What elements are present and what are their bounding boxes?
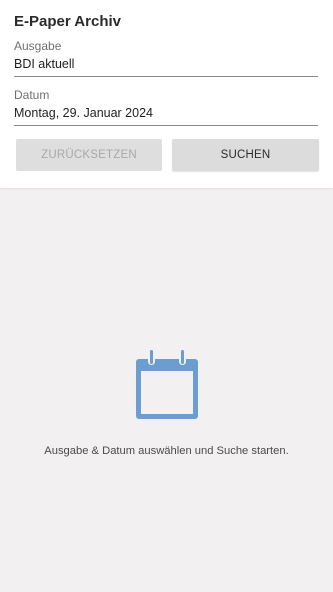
empty-state-message: Ausgabe & Datum auswählen und Suche star… [44,445,289,457]
reset-button[interactable]: ZURÜCKSETZEN [16,139,162,171]
page-title: E-Paper Archiv [14,13,121,30]
search-form-panel: E-Paper Archiv Ausgabe BDI aktuell Datum… [0,0,333,188]
date-picker-field[interactable]: Montag, 29. Januar 2024 [14,106,318,126]
edition-select[interactable]: BDI aktuell [14,57,318,77]
date-field-label: Datum [14,88,50,102]
calendar-icon [133,345,201,425]
edition-field-label: Ausgabe [14,39,62,53]
search-button[interactable]: SUCHEN [172,139,319,171]
